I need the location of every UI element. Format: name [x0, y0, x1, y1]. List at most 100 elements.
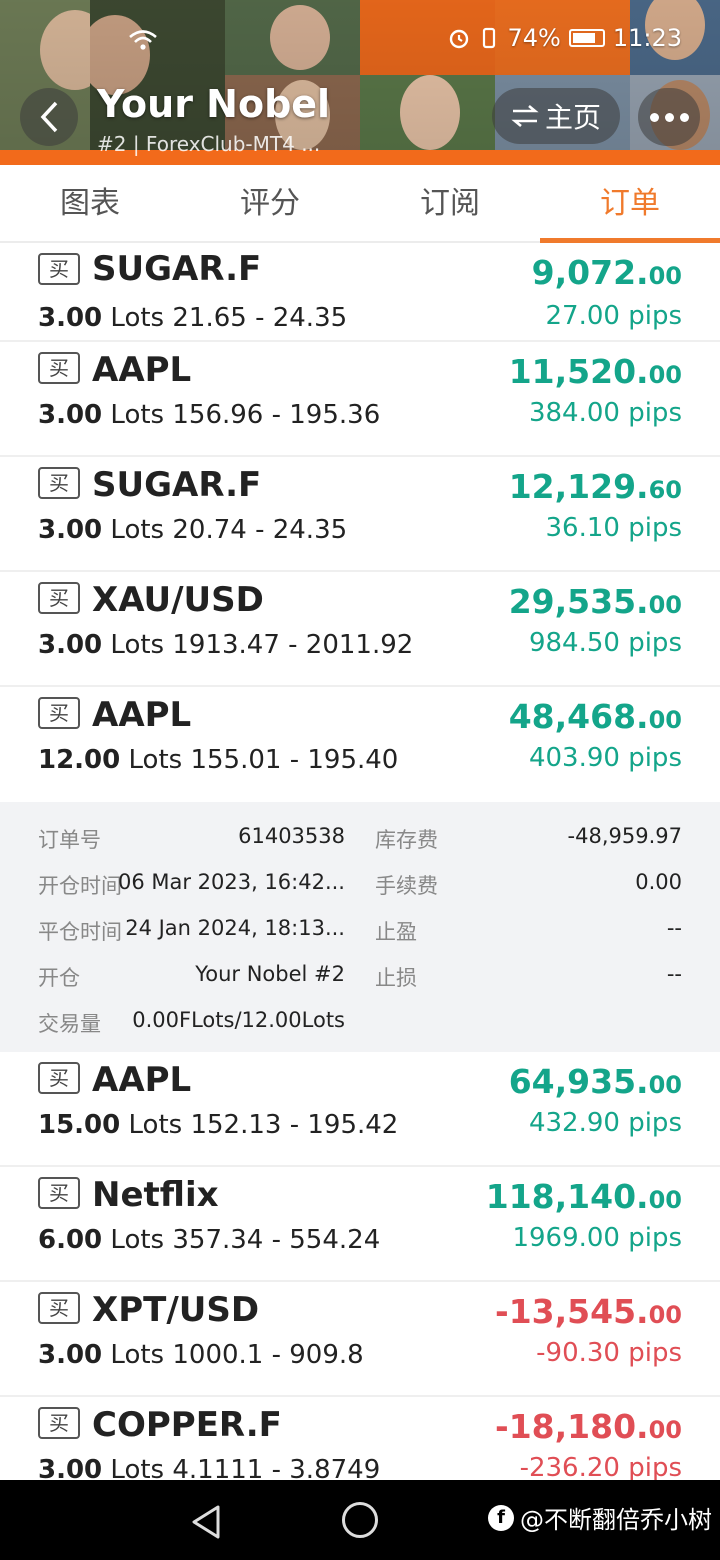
lots-unit: Lots: [128, 745, 183, 775]
tab-subscribe[interactable]: 订阅: [360, 165, 540, 241]
order-symbol: Netflix: [92, 1175, 219, 1215]
orders-list[interactable]: 买 SUGAR.F 3.00 Lots 21.65 - 24.35 9,072.…: [0, 245, 720, 1480]
order-row[interactable]: 买 AAPL 15.00 Lots 152.13 - 195.42 64,935…: [0, 1052, 720, 1167]
lots-unit: Lots: [110, 1455, 165, 1480]
buy-badge: 买: [38, 352, 80, 384]
order-profit: 12,129.60: [509, 467, 682, 506]
order-lots: 6.00 Lots 357.34 - 554.24: [38, 1225, 380, 1255]
lots-unit: Lots: [110, 400, 165, 430]
swap-value: -48,959.97: [567, 824, 682, 848]
more-button[interactable]: [638, 88, 700, 146]
buy-badge: 买: [38, 467, 80, 499]
order-symbol: AAPL: [92, 350, 192, 390]
more-dots-icon: [649, 112, 659, 122]
price-range: 155.01 - 195.40: [190, 745, 399, 775]
battery-percent: 74%: [507, 24, 561, 52]
order-pips: 27.00 pips: [545, 301, 682, 331]
watermark: f @不断翻倍乔小树: [488, 1500, 712, 1535]
wifi-icon: [129, 30, 157, 50]
order-lots: 3.00 Lots 21.65 - 24.35: [38, 303, 347, 333]
order-row[interactable]: 买 SUGAR.F 3.00 Lots 21.65 - 24.35 9,072.…: [0, 245, 720, 342]
stop-loss-label: 止损: [375, 966, 417, 990]
open-time-value: 06 Mar 2023, 16:42...: [117, 870, 345, 894]
order-pips: 384.00 pips: [528, 398, 682, 428]
order-row[interactable]: 买 AAPL 3.00 Lots 156.96 - 195.36 11,520.…: [0, 342, 720, 457]
swap-arrows-icon: [511, 105, 539, 127]
close-time-value: 24 Jan 2024, 18:13...: [125, 916, 345, 940]
profit-cents: 00: [648, 1416, 682, 1444]
order-lots: 3.00 Lots 156.96 - 195.36: [38, 400, 380, 430]
order-profit: 64,935.00: [509, 1062, 682, 1101]
order-lots: 3.00 Lots 20.74 - 24.35: [38, 515, 347, 545]
buy-badge: 买: [38, 253, 80, 285]
profit-main: 9,072.: [531, 253, 649, 292]
order-symbol: XAU/USD: [92, 580, 264, 620]
profit-cents: 00: [648, 1186, 682, 1214]
order-symbol: SUGAR.F: [92, 465, 262, 505]
page-title: Your Nobel: [97, 82, 331, 126]
lots-value: 3.00: [38, 400, 103, 430]
lots-value: 3.00: [38, 515, 103, 545]
alarm-icon: [450, 29, 469, 49]
more-dots-icon: [679, 112, 689, 122]
commission-label: 手续费: [375, 874, 438, 898]
order-row[interactable]: 买 XPT/USD 3.00 Lots 1000.1 - 909.8 -13,5…: [0, 1282, 720, 1397]
volume-value: 0.00FLots/12.00Lots: [132, 1008, 345, 1032]
tab-bar: 图表 评分 订阅 订单: [0, 165, 720, 243]
order-row[interactable]: 买 COPPER.F 3.00 Lots 4.1111 - 3.8749 -18…: [0, 1397, 720, 1480]
order-pips: 36.10 pips: [545, 513, 682, 543]
nav-home-icon[interactable]: [342, 1502, 378, 1538]
nav-back-icon[interactable]: [190, 1504, 222, 1540]
order-row-expanded[interactable]: 买 AAPL 12.00 Lots 155.01 - 195.40 48,468…: [0, 687, 720, 802]
profit-cents: 00: [648, 1071, 682, 1099]
take-profit-label: 止盈: [375, 920, 417, 944]
battery-icon: [568, 29, 605, 47]
order-profit: 118,140.00: [486, 1177, 682, 1216]
lots-value: 3.00: [38, 630, 103, 660]
order-row[interactable]: 买 Netflix 6.00 Lots 357.34 - 554.24 118,…: [0, 1167, 720, 1282]
order-row[interactable]: 买 XAU/USD 3.00 Lots 1913.47 - 2011.92 29…: [0, 572, 720, 687]
lots-value: 3.00: [38, 1455, 103, 1480]
order-profit: -13,545.00: [495, 1292, 682, 1331]
order-pips: 1969.00 pips: [512, 1223, 682, 1253]
clock-time: 11:23: [612, 24, 682, 52]
price-range: 20.74 - 24.35: [172, 515, 348, 545]
order-number-value: 61403538: [238, 824, 345, 848]
profit-main: 118,140.: [485, 1177, 649, 1216]
tab-orders[interactable]: 订单: [540, 165, 720, 243]
price-range: 1000.1 - 909.8: [172, 1340, 364, 1370]
profit-main: 48,468.: [508, 697, 649, 736]
tab-chart[interactable]: 图表: [0, 165, 180, 241]
profit-main: 12,129.: [508, 467, 649, 506]
volume-label: 交易量: [38, 1012, 101, 1036]
price-range: 357.34 - 554.24: [172, 1225, 381, 1255]
price-range: 156.96 - 195.36: [172, 400, 381, 430]
vibrate-icon: [483, 27, 496, 49]
tab-rating[interactable]: 评分: [180, 165, 360, 241]
order-symbol: XPT/USD: [92, 1290, 260, 1330]
commission-value: 0.00: [635, 870, 682, 894]
weibo-logo-icon: f: [488, 1504, 514, 1531]
price-range: 21.65 - 24.35: [172, 303, 348, 333]
open-by-value: Your Nobel #2: [195, 962, 345, 986]
lots-value: 3.00: [38, 1340, 103, 1370]
profit-main: -13,545.: [495, 1292, 649, 1331]
order-profit: -18,180.00: [495, 1407, 682, 1446]
order-row[interactable]: 买 SUGAR.F 3.00 Lots 20.74 - 24.35 12,129…: [0, 457, 720, 572]
back-button[interactable]: [20, 88, 78, 146]
profit-main: 64,935.: [508, 1062, 649, 1101]
buy-badge: 买: [38, 1292, 80, 1324]
profit-cents: 60: [648, 476, 682, 504]
price-range: 1913.47 - 2011.92: [172, 630, 414, 660]
buy-badge: 买: [38, 1062, 80, 1094]
order-symbol: AAPL: [92, 1060, 192, 1100]
home-button[interactable]: 主页: [492, 88, 620, 144]
stop-loss-value: --: [666, 962, 682, 986]
lots-value: 3.00: [38, 303, 103, 333]
buy-badge: 买: [38, 697, 80, 729]
lots-unit: Lots: [110, 630, 165, 660]
price-range: 4.1111 - 3.8749: [172, 1455, 381, 1480]
order-pips: 403.90 pips: [528, 743, 682, 773]
order-number-label: 订单号: [38, 828, 101, 852]
watermark-text: @不断翻倍乔小树: [520, 1506, 712, 1534]
